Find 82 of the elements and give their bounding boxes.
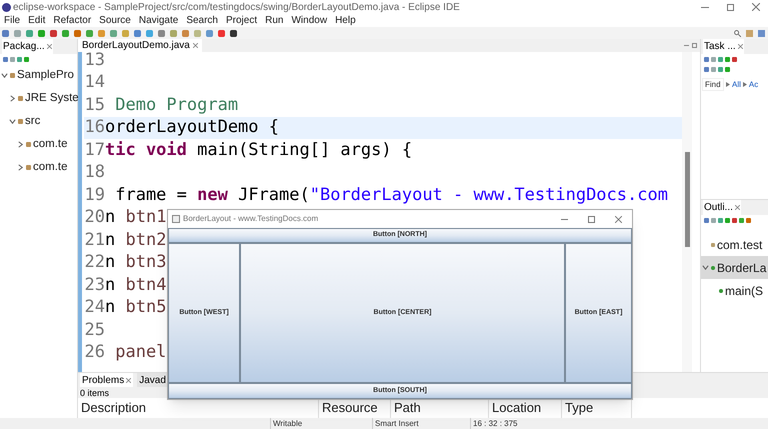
view-tab[interactable]: Problems bbox=[80, 372, 134, 388]
chevron-icon[interactable] bbox=[9, 95, 16, 102]
code-line: n btn1 bbox=[105, 206, 166, 229]
line-number: 22 bbox=[84, 251, 105, 274]
view-tab[interactable]: Javad bbox=[137, 372, 168, 388]
package-icon bbox=[711, 242, 715, 246]
code-line: n btn5 bbox=[105, 296, 166, 319]
code-line: n btn2 bbox=[105, 228, 166, 252]
chevron-icon[interactable] bbox=[1, 72, 8, 79]
line-number: 19 bbox=[84, 184, 105, 206]
line-number: 25 bbox=[84, 318, 105, 342]
chevron-icon[interactable] bbox=[702, 264, 709, 271]
tree-item[interactable]: src bbox=[25, 112, 40, 130]
line-number: 26 bbox=[84, 341, 105, 364]
menu-item[interactable]: Edit bbox=[28, 13, 46, 28]
line-number: 20 bbox=[84, 206, 105, 229]
line-number: 24 bbox=[84, 296, 105, 319]
menu-item[interactable]: Search bbox=[186, 13, 218, 28]
restore-icon[interactable] bbox=[727, 4, 734, 10]
code-line: Demo Program bbox=[114, 94, 238, 116]
close-icon[interactable] bbox=[126, 378, 132, 382]
outline-item[interactable]: BorderLa bbox=[701, 256, 768, 279]
filter-link[interactable]: All bbox=[732, 78, 741, 90]
close-icon[interactable] bbox=[752, 3, 760, 11]
minimize-maximize-icon[interactable] bbox=[684, 43, 697, 48]
code-line: frame = new JFrame("BorderLayout - www.TestingDocs.com bbox=[114, 184, 668, 206]
line-number: 15 bbox=[84, 94, 105, 116]
status-field: 16 : 32 : 375 bbox=[470, 418, 568, 429]
close-icon[interactable] bbox=[192, 43, 198, 48]
outline-item[interactable]: com.test bbox=[701, 233, 768, 256]
chevron-icon[interactable] bbox=[17, 164, 24, 171]
code-line: tic void main(String[] args) { bbox=[105, 138, 412, 162]
minimize-icon[interactable] bbox=[561, 218, 568, 220]
eclipse-icon bbox=[2, 2, 11, 12]
editor-tab[interactable]: BorderLayoutDemo.java bbox=[78, 39, 202, 52]
search-icon[interactable] bbox=[734, 30, 741, 36]
tree-item[interactable]: com.te bbox=[33, 158, 68, 176]
line-number: 18 bbox=[84, 161, 105, 184]
scrollbar[interactable] bbox=[682, 52, 692, 372]
menu-item[interactable]: Help bbox=[335, 13, 356, 28]
method-icon bbox=[719, 288, 723, 292]
line-number: 17 bbox=[84, 138, 105, 162]
class-icon bbox=[711, 266, 715, 270]
menu-item[interactable]: Project bbox=[226, 13, 258, 28]
menu-item[interactable]: Refactor bbox=[53, 13, 92, 28]
code-line: n btn3 bbox=[105, 251, 166, 274]
view-tab[interactable]: Outli... bbox=[703, 200, 741, 215]
menu-item[interactable]: Navigate bbox=[138, 13, 178, 28]
window-title: eclipse-workspace - SampleProject/src/com/testingdocs/swing/BorderLayoutDemo.java - Eclipse IDE bbox=[13, 0, 460, 14]
chevron-icon[interactable] bbox=[9, 118, 16, 125]
window-title: BorderLayout - www.TestingDocs.com bbox=[183, 213, 318, 225]
menu-item[interactable]: Source bbox=[99, 13, 131, 28]
minimize-icon[interactable] bbox=[701, 6, 709, 8]
outline-item[interactable]: main(S bbox=[701, 279, 768, 302]
triangle-icon bbox=[742, 82, 747, 87]
line-number: 16 bbox=[84, 116, 105, 139]
chevron-icon[interactable] bbox=[17, 141, 24, 148]
status-field: Writable bbox=[270, 418, 372, 429]
menu-item[interactable]: Run bbox=[265, 13, 284, 28]
tree-item[interactable]: SamplePro bbox=[17, 66, 74, 84]
line-number: 21 bbox=[84, 228, 105, 252]
close-icon[interactable] bbox=[46, 44, 52, 49]
line-number: 23 bbox=[84, 274, 105, 296]
code-line: orderLayoutDemo { bbox=[105, 116, 279, 139]
close-icon[interactable] bbox=[738, 44, 743, 49]
view-tab[interactable]: Packag... bbox=[2, 39, 53, 54]
maximize-icon[interactable] bbox=[588, 216, 595, 222]
close-icon[interactable] bbox=[734, 205, 740, 210]
line-number: 13 bbox=[84, 52, 105, 72]
view-tab[interactable]: Task ... bbox=[703, 39, 744, 54]
code-line: panel bbox=[114, 341, 166, 364]
filter-link[interactable]: Ac bbox=[748, 78, 758, 90]
tree-item[interactable]: JRE Syste bbox=[25, 90, 79, 108]
close-icon[interactable] bbox=[615, 216, 622, 222]
line-number: 14 bbox=[84, 71, 105, 94]
triangle-icon bbox=[726, 82, 730, 87]
tree-item[interactable]: com.te bbox=[33, 136, 68, 154]
code-line: n btn4 bbox=[105, 274, 166, 296]
menu-item[interactable]: Window bbox=[291, 13, 328, 28]
menu-item[interactable]: File bbox=[4, 13, 20, 28]
find-field[interactable]: Find bbox=[702, 78, 724, 91]
status-field: Smart Insert bbox=[372, 418, 470, 429]
